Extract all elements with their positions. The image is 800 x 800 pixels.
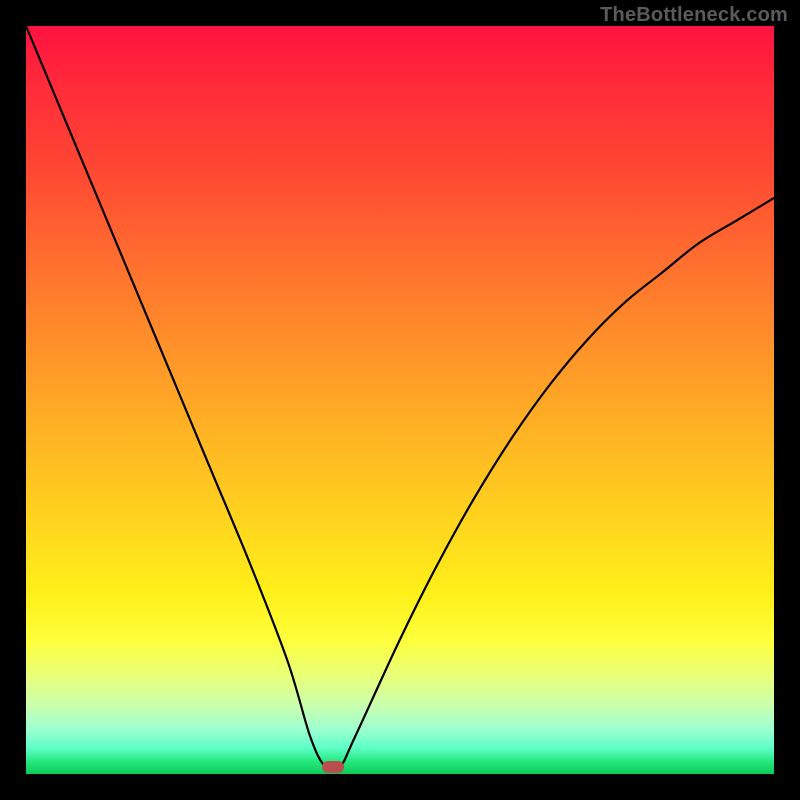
chart-frame: TheBottleneck.com	[0, 0, 800, 800]
optimal-point-marker	[322, 761, 344, 773]
bottleneck-curve	[26, 26, 774, 774]
plot-area	[26, 26, 774, 774]
watermark-text: TheBottleneck.com	[600, 4, 788, 27]
